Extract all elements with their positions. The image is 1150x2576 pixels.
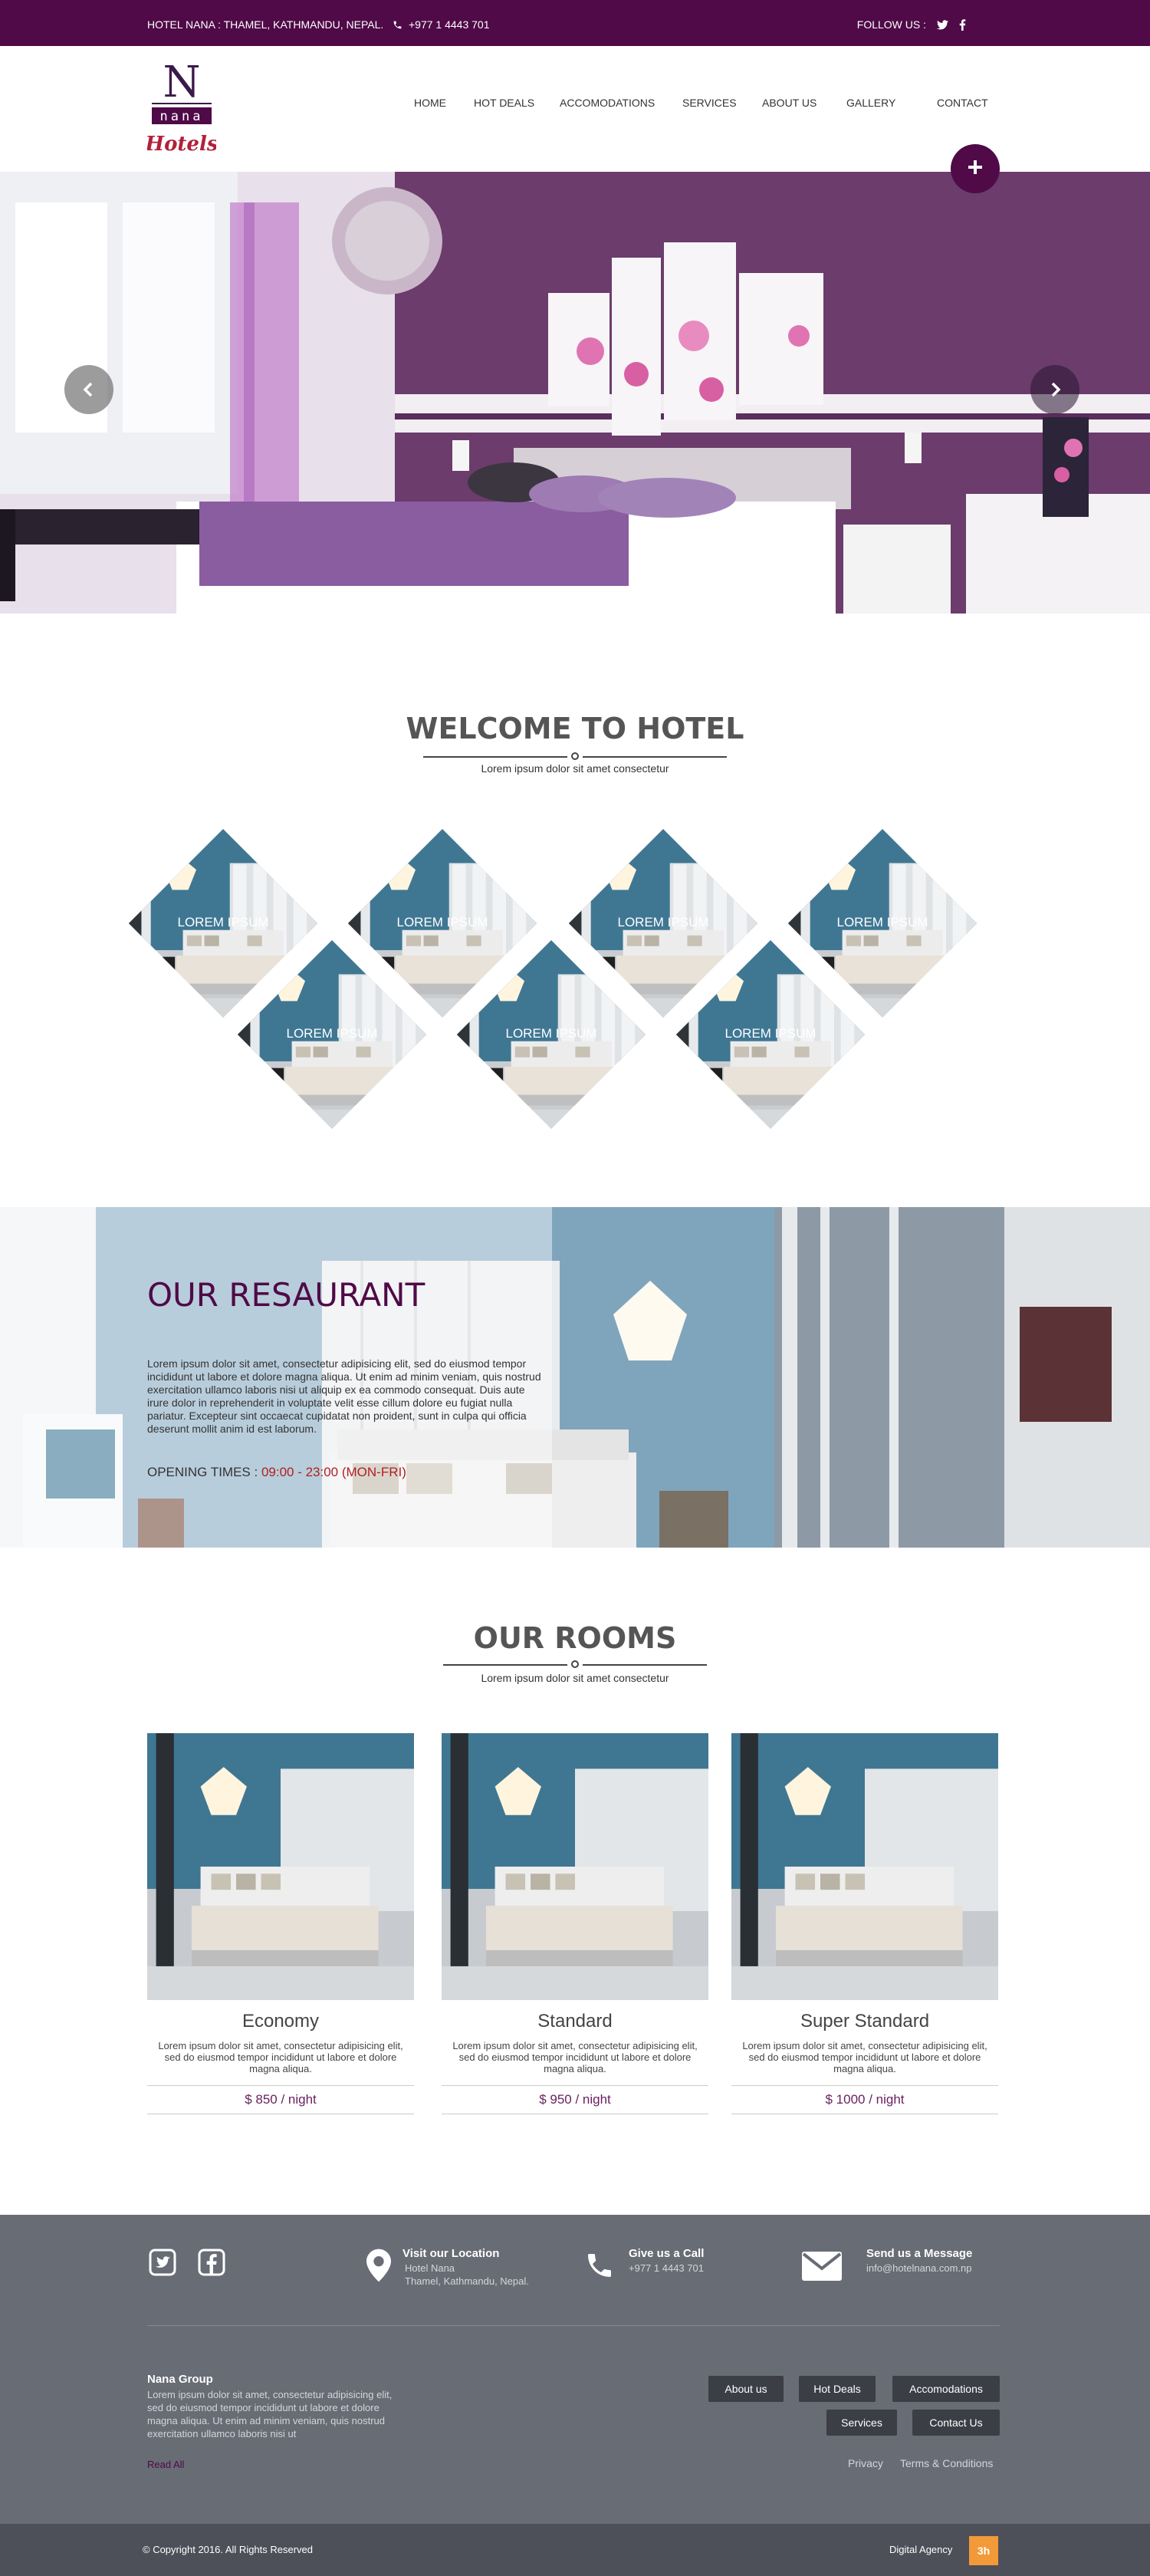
twitter-square-icon[interactable] (149, 2249, 176, 2276)
top-bar: HOTEL NANA : THAMEL, KATHMANDU, NEPAL. +… (0, 0, 1150, 46)
chevron-left-icon (80, 380, 98, 399)
feature-tile-label: LOREM IPSUM (177, 915, 269, 929)
phone-icon (584, 2250, 615, 2281)
message-email[interactable]: info@hotelnana.com.np (866, 2262, 972, 2275)
room-price: $ 950 / night (442, 2085, 708, 2114)
welcome-divider-left (423, 756, 567, 758)
feature-tile-label: LOREM IPSUM (836, 915, 928, 929)
rooms-divider-dot (571, 1660, 579, 1668)
logo-letter: N (163, 60, 201, 107)
feature-tile-label: LOREM IPSUM (286, 1026, 378, 1041)
hero-next-button[interactable] (1030, 365, 1079, 414)
feature-tile-label: LOREM IPSUM (617, 915, 709, 929)
room-card[interactable]: Super Standard Lorem ipsum dolor sit ame… (731, 1733, 998, 2114)
top-phone-number: +977 1 4443 701 (409, 18, 490, 31)
plus-icon (967, 159, 984, 179)
privacy-link[interactable]: Privacy (848, 2457, 883, 2469)
room-description: Lorem ipsum dolor sit amet, consectetur … (158, 2040, 403, 2074)
nav-home[interactable]: HOME (414, 97, 474, 109)
room-price: $ 1000 / night (731, 2085, 998, 2114)
restaurant-section: OUR RESAURANT Lorem ipsum dolor sit amet… (0, 1207, 1150, 1548)
restaurant-description: Lorem ipsum dolor sit amet, consectetur … (147, 1357, 541, 1435)
nav-contact[interactable]: CONTACT (937, 97, 998, 109)
hero-slider[interactable] (0, 172, 1150, 614)
room-description: Lorem ipsum dolor sit amet, consectetur … (452, 2040, 698, 2074)
footer-btn-about-us[interactable]: About us (708, 2376, 784, 2402)
nav-gallery[interactable]: GALLERY (846, 97, 937, 109)
plus-button[interactable] (951, 144, 1000, 193)
rooms-divider-right (583, 1664, 707, 1666)
chevron-right-icon (1046, 380, 1064, 399)
hotel-address: HOTEL NANA : THAMEL, KATHMANDU, NEPAL. (147, 18, 384, 31)
hero-prev-button[interactable] (64, 365, 113, 414)
main-nav: HOME HOT DEALS ACCOMODATIONS SERVICES AB… (414, 97, 998, 109)
terms-link[interactable]: Terms & Conditions (900, 2457, 993, 2469)
nana-group-text: Lorem ipsum dolor sit amet, consectetur … (147, 2389, 393, 2439)
digital-agency-label[interactable]: Digital Agency (889, 2544, 952, 2555)
bottom-bar: © Copyright 2016. All Rights Reserved Di… (0, 2524, 1150, 2576)
logo-word-nana: nana (160, 109, 204, 124)
twitter-icon[interactable] (937, 19, 948, 30)
read-all-link[interactable]: Read All (147, 2459, 184, 2470)
room-name: Standard (537, 2011, 613, 2032)
feature-tile-label: LOREM IPSUM (505, 1026, 597, 1041)
opening-times-value: 09:00 - 23:00 (MON-FRI) (261, 1465, 406, 1479)
location-pin-icon (366, 2249, 391, 2282)
copyright-text: © Copyright 2016. All Rights Reserved (143, 2544, 314, 2555)
site-footer: Visit our Location Hotel Nana Thamel, Ka… (0, 2215, 1150, 2524)
nav-hot-deals[interactable]: HOT DEALS (474, 97, 560, 109)
nav-about-us[interactable]: ABOUT US (762, 97, 846, 109)
location-line2: Thamel, Kathmandu, Nepal. (405, 2275, 529, 2287)
logo-word-hotels: Hotels (147, 133, 216, 156)
call-number[interactable]: +977 1 4443 701 (629, 2262, 704, 2275)
rooms-subtitle: Lorem ipsum dolor sit amet consectetur (481, 1672, 669, 1684)
room-card[interactable]: Economy Lorem ipsum dolor sit amet, cons… (147, 1733, 414, 2114)
room-price: $ 850 / night (147, 2085, 414, 2114)
call-title: Give us a Call (629, 2247, 705, 2260)
room-name: Economy (242, 2011, 320, 2032)
follow-us: FOLLOW US : (857, 18, 966, 31)
top-phone[interactable]: +977 1 4443 701 (393, 18, 490, 31)
room-image[interactable] (731, 1733, 998, 2000)
footer-btn-services[interactable]: Services (826, 2410, 897, 2436)
message-title: Send us a Message (866, 2247, 973, 2260)
room-description: Lorem ipsum dolor sit amet, consectetur … (742, 2040, 987, 2074)
room-card[interactable]: Standard Lorem ipsum dolor sit amet, con… (442, 1733, 708, 2114)
room-name: Super Standard (800, 2011, 930, 2032)
opening-times-label: OPENING TIMES : (147, 1465, 261, 1479)
restaurant-title: OUR RESAURANT (147, 1276, 426, 1314)
welcome-title: WELCOME TO HOTEL (406, 712, 744, 745)
nana-group-title: Nana Group (147, 2373, 213, 2386)
footer-btn-accomodations[interactable]: Accomodations (892, 2376, 1000, 2402)
rooms-divider-left (443, 1664, 567, 1666)
welcome-divider-right (583, 756, 727, 758)
facebook-square-icon[interactable] (198, 2249, 225, 2276)
site-header: N nana Hotels HOME HOT DEALS ACCOMODATIO… (0, 46, 1150, 193)
room-image[interactable] (147, 1733, 414, 2000)
feature-tile-label: LOREM IPSUM (724, 1026, 816, 1041)
welcome-subtitle: Lorem ipsum dolor sit amet consectetur (481, 762, 669, 775)
feature-tile-label: LOREM IPSUM (396, 915, 488, 929)
agency-logo[interactable]: 3h (969, 2536, 998, 2565)
follow-us-label: FOLLOW US : (856, 18, 926, 31)
opening-times: OPENING TIMES : 09:00 - 23:00 (MON-FRI) (147, 1465, 406, 1480)
facebook-icon[interactable] (959, 18, 966, 31)
hero-image (0, 172, 1150, 614)
room-image[interactable] (442, 1733, 708, 2000)
footer-btn-contact-us[interactable]: Contact Us (912, 2410, 1000, 2436)
footer-divider (147, 2325, 1000, 2326)
envelope-icon (802, 2252, 842, 2281)
phone-icon (393, 20, 402, 30)
nav-services[interactable]: SERVICES (682, 97, 762, 109)
footer-btn-hot-deals[interactable]: Hot Deals (799, 2376, 876, 2402)
nav-accomodations[interactable]: ACCOMODATIONS (560, 97, 682, 109)
hotel-logo[interactable]: N nana Hotels (145, 58, 219, 160)
welcome-divider-dot (571, 752, 579, 760)
location-title: Visit our Location (402, 2247, 500, 2260)
location-line1: Hotel Nana (405, 2262, 455, 2274)
rooms-title: OUR ROOMS (473, 1621, 677, 1655)
